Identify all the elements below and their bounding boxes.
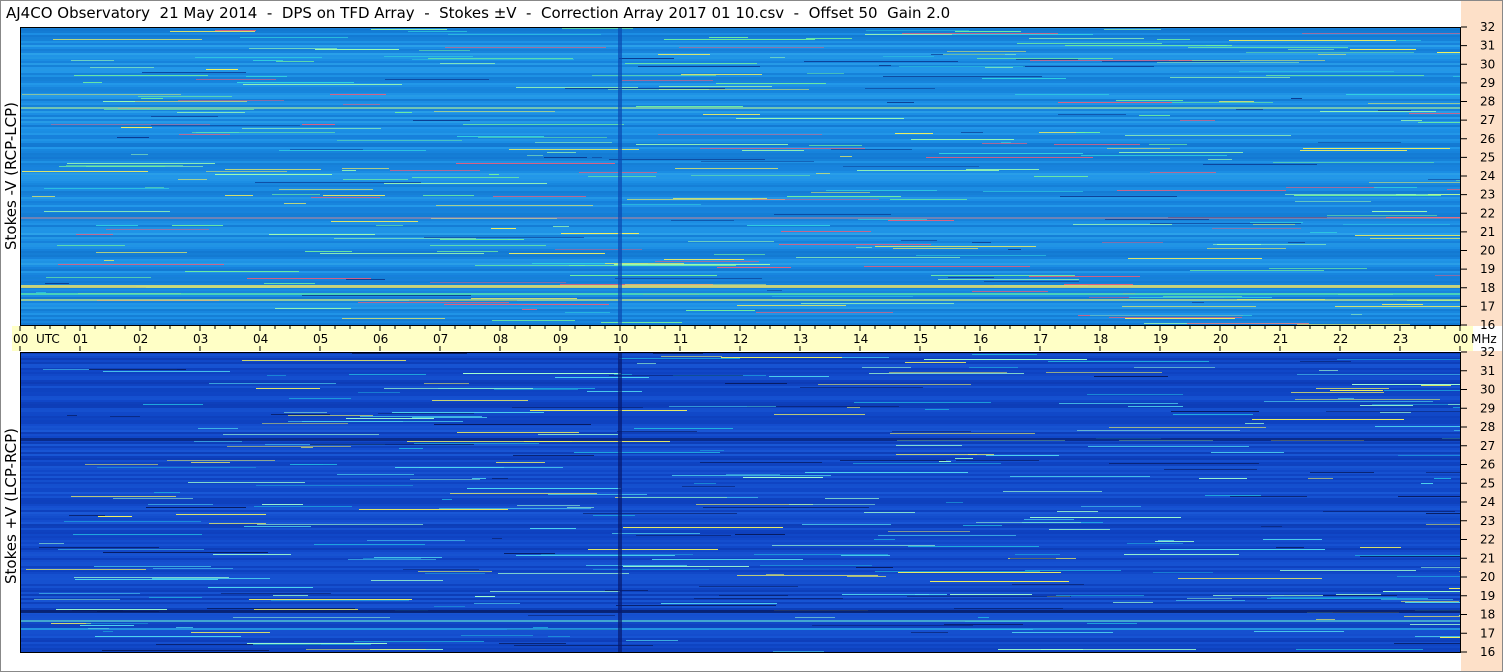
time-tick-label: 17 (1033, 332, 1048, 346)
frequency-tick-label: 21 (1480, 551, 1495, 565)
time-tick-label: 12 (733, 332, 748, 346)
frequency-tick-label: 27 (1480, 439, 1495, 453)
frequency-tick-label: 29 (1480, 401, 1495, 415)
time-tick-label: 13 (793, 332, 808, 346)
time-tick-label: 15 (913, 332, 928, 346)
frequency-tick-label: 25 (1480, 150, 1495, 164)
frequency-tick-label: 20 (1480, 244, 1495, 258)
frequency-tick-label: 31 (1480, 364, 1495, 378)
time-tick-label: 11 (673, 332, 688, 346)
frequency-tick-label: 27 (1480, 113, 1495, 127)
frequency-tick-label: 29 (1480, 76, 1495, 90)
frequency-tick-label: 16 (1480, 318, 1495, 332)
frequency-tick-label: 22 (1480, 533, 1495, 547)
time-tick-label: 08 (493, 332, 508, 346)
frequency-tick-label: 19 (1480, 262, 1495, 276)
frequency-tick-label: 30 (1480, 57, 1495, 71)
top-panel-border (20, 27, 1461, 326)
frequency-tick-label: 19 (1480, 589, 1495, 603)
frequency-tick-label: 32 (1480, 345, 1495, 359)
time-tick-label: 10 (613, 332, 628, 346)
time-tick-label: 03 (193, 332, 208, 346)
frequency-tick-label: 22 (1480, 206, 1495, 220)
frequency-tick-label: 26 (1480, 132, 1495, 146)
time-tick-label: 02 (133, 332, 148, 346)
time-tick-label: 00 (1453, 332, 1468, 346)
time-tick-label: 01 (73, 332, 88, 346)
time-tick-label: 06 (373, 332, 388, 346)
time-tick-label: 14 (853, 332, 868, 346)
frequency-tick-label: 23 (1480, 188, 1495, 202)
frequency-tick-label: 18 (1480, 608, 1495, 622)
time-tick-label: 18 (1093, 332, 1108, 346)
frequency-tick-label: 31 (1480, 39, 1495, 53)
frequency-tick-label: 17 (1480, 626, 1495, 640)
time-tick-label: 19 (1153, 332, 1168, 346)
time-tick-label: 04 (253, 332, 268, 346)
frequency-tick-label: 32 (1480, 20, 1495, 34)
frequency-tick-label: 24 (1480, 169, 1495, 183)
frequency-tick-label: 16 (1480, 645, 1495, 659)
frequency-tick-label: 24 (1480, 495, 1495, 509)
frequency-tick-label: 28 (1480, 420, 1495, 434)
time-tick-label: 00 (13, 332, 28, 346)
frequency-tick-label: 26 (1480, 458, 1495, 472)
time-tick-label: 16 (973, 332, 988, 346)
time-unit-label: UTC (36, 332, 60, 346)
frequency-unit-label: MHz (1471, 332, 1497, 346)
time-tick-label: 22 (1333, 332, 1348, 346)
axis-overlay: 00 01 02 03 04 05 06 07 08 09 10 11 12 13 14 15 16 17 18 19… (0, 0, 1503, 672)
frequency-tick-label: 25 (1480, 476, 1495, 490)
frequency-tick-label: 28 (1480, 95, 1495, 109)
time-tick-label: 09 (553, 332, 568, 346)
frequency-tick-label: 17 (1480, 299, 1495, 313)
frequency-tick-label: 30 (1480, 383, 1495, 397)
frequency-tick-label: 18 (1480, 281, 1495, 295)
time-tick-label: 23 (1393, 332, 1408, 346)
time-tick-label: 21 (1273, 332, 1288, 346)
time-tick-label: 20 (1213, 332, 1228, 346)
time-tick-label: 05 (313, 332, 328, 346)
bottom-panel-border (20, 352, 1461, 653)
frequency-tick-label: 20 (1480, 570, 1495, 584)
frequency-tick-label: 23 (1480, 514, 1495, 528)
time-tick-label: 07 (433, 332, 448, 346)
frequency-tick-label: 21 (1480, 225, 1495, 239)
